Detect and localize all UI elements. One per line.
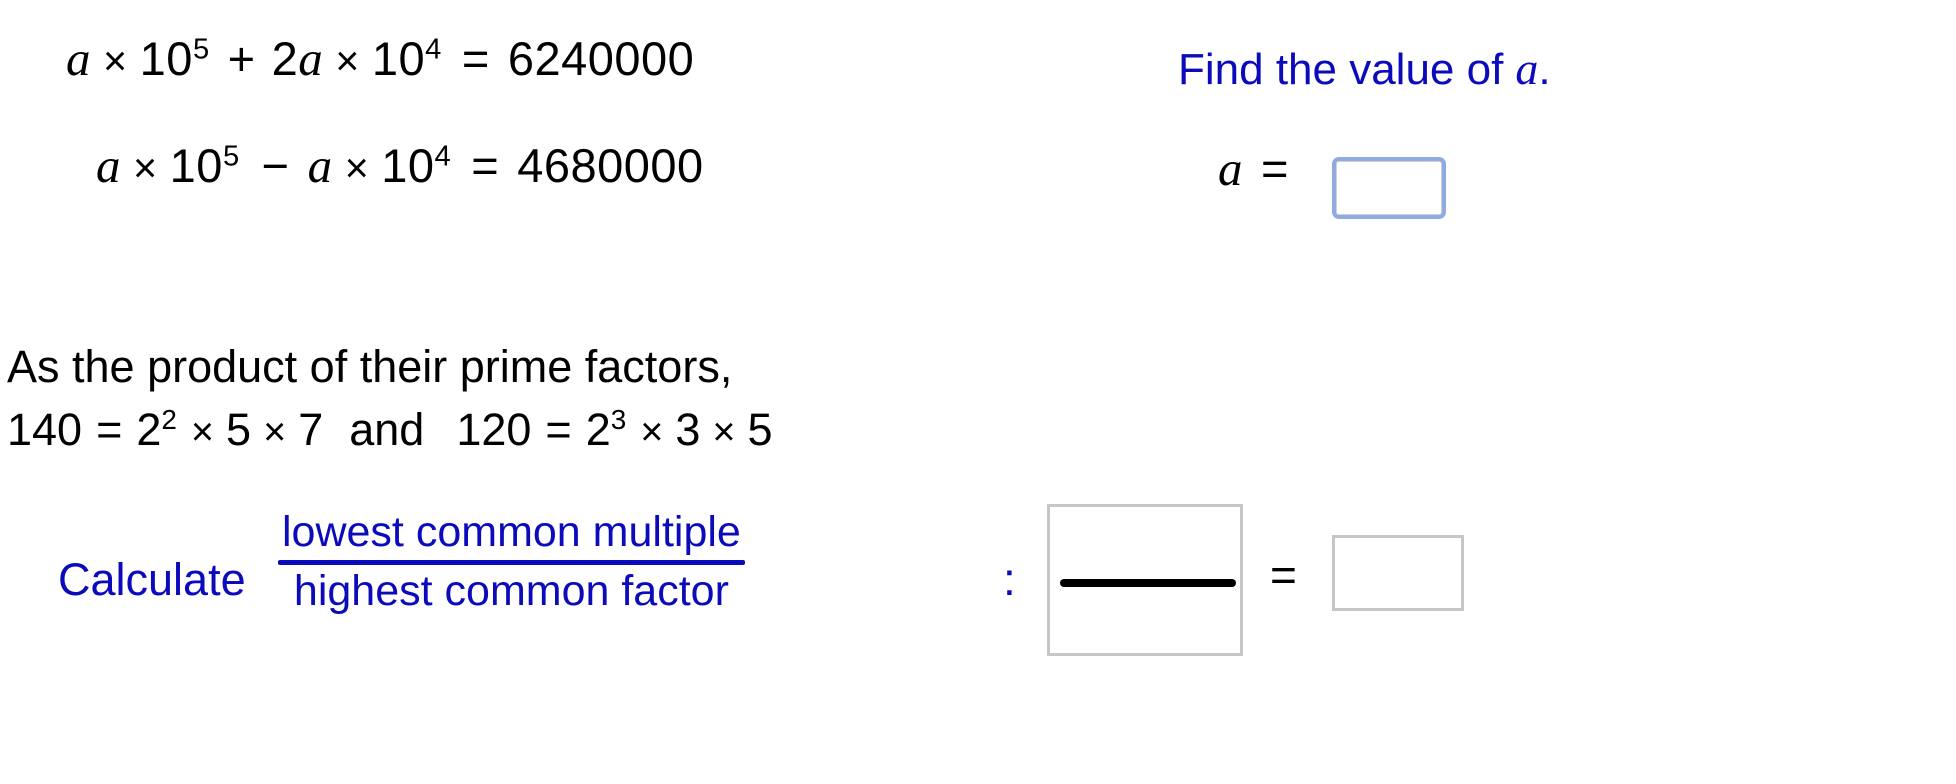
factor-exponent-1: 2 (161, 404, 177, 435)
find-value-prompt-text: Find the value of (1178, 45, 1504, 94)
equation1-exponent-2: 4 (425, 33, 442, 66)
equation-line-1: a × 105 +2a × 104 = 6240000 (66, 30, 694, 87)
equation2-base-2: 10 (381, 139, 435, 192)
factor-base-1: 2 (136, 404, 162, 455)
prime-factors-statement-line-2: 140 = 22 × 5 × 7 and 120 = 23 × 3 × 5 (7, 404, 773, 456)
equation2-multiply-sign-1: × (133, 145, 158, 191)
equation2-variable-a2: a (307, 138, 333, 193)
factor-number-120: 120 (456, 404, 532, 455)
factor-number-140: 140 (7, 404, 83, 455)
equation1-equals-sign: = (461, 32, 490, 85)
equation2-variable-a1: a (96, 138, 121, 193)
factor-exponent-2: 3 (610, 404, 627, 435)
equation2-exponent-2: 4 (434, 140, 452, 173)
lcm-hcf-fraction: lowest common multiple highest common fa… (278, 508, 745, 616)
factor-value-2b: 5 (747, 404, 773, 455)
equation1-result: 6240000 (507, 32, 695, 85)
equation1-exponent-1: 5 (192, 33, 210, 66)
fraction-answer-box[interactable] (1047, 504, 1243, 656)
equation1-plus-sign: + (227, 32, 256, 85)
answer-a-input[interactable] (1332, 157, 1446, 219)
equation2-minus-sign: − (261, 139, 290, 192)
fraction-answer-denominator-input[interactable] (1050, 583, 1240, 653)
find-value-prompt: Find the value of a. (1178, 42, 1551, 95)
result-equals-sign: = (1270, 549, 1297, 601)
fraction-numerator-text: lowest common multiple (282, 508, 741, 556)
equation1-multiply-sign-2: × (335, 38, 360, 84)
equation2-base-1: 10 (169, 139, 223, 192)
equation2-exponent-1: 5 (222, 140, 240, 173)
equation1-variable-a2: a (298, 31, 324, 86)
find-value-prompt-period: . (1538, 45, 1551, 94)
factor-multiply-1a: × (190, 410, 215, 454)
equation1-base-1: 10 (139, 32, 193, 85)
equation2-result: 4680000 (517, 139, 704, 192)
equation1-base-2: 10 (371, 32, 426, 85)
equation1-coefficient-2: 2 (271, 32, 299, 85)
factor-multiply-2a: × (640, 410, 664, 454)
equation1-variable-a1: a (66, 31, 91, 86)
factor-value-1a: 5 (226, 404, 252, 455)
equation1-multiply-sign-1: × (103, 38, 128, 84)
factor-equals-1: = (96, 404, 123, 455)
calculate-result-input[interactable] (1332, 535, 1464, 611)
equation2-multiply-sign-2: × (344, 145, 370, 191)
prime-factors-statement-line-1: As the product of their prime factors, (7, 341, 733, 392)
factor-multiply-2b: × (712, 410, 736, 454)
fraction-denominator-text: highest common factor (293, 567, 729, 616)
factor-base-2: 2 (585, 404, 611, 455)
factor-equals-2: = (545, 404, 572, 455)
answer-a-equals-sign: = (1261, 142, 1289, 195)
factor-conjunction-and: and (349, 404, 425, 455)
factor-multiply-1b: × (263, 410, 287, 454)
ratio-colon: : (1003, 553, 1016, 605)
find-value-prompt-variable: a (1515, 43, 1539, 94)
calculate-label: Calculate (58, 554, 246, 605)
equation2-equals-sign: = (471, 139, 500, 192)
fraction-bar (278, 560, 745, 566)
equation-line-2: a × 105− a × 104 = 4680000 (96, 137, 704, 194)
factor-value-1b: 7 (298, 404, 324, 455)
fraction-answer-numerator-input[interactable] (1050, 507, 1240, 577)
answer-a-label: a = (1218, 140, 1289, 197)
answer-a-variable: a (1218, 141, 1243, 196)
factor-value-2a: 3 (675, 404, 701, 455)
